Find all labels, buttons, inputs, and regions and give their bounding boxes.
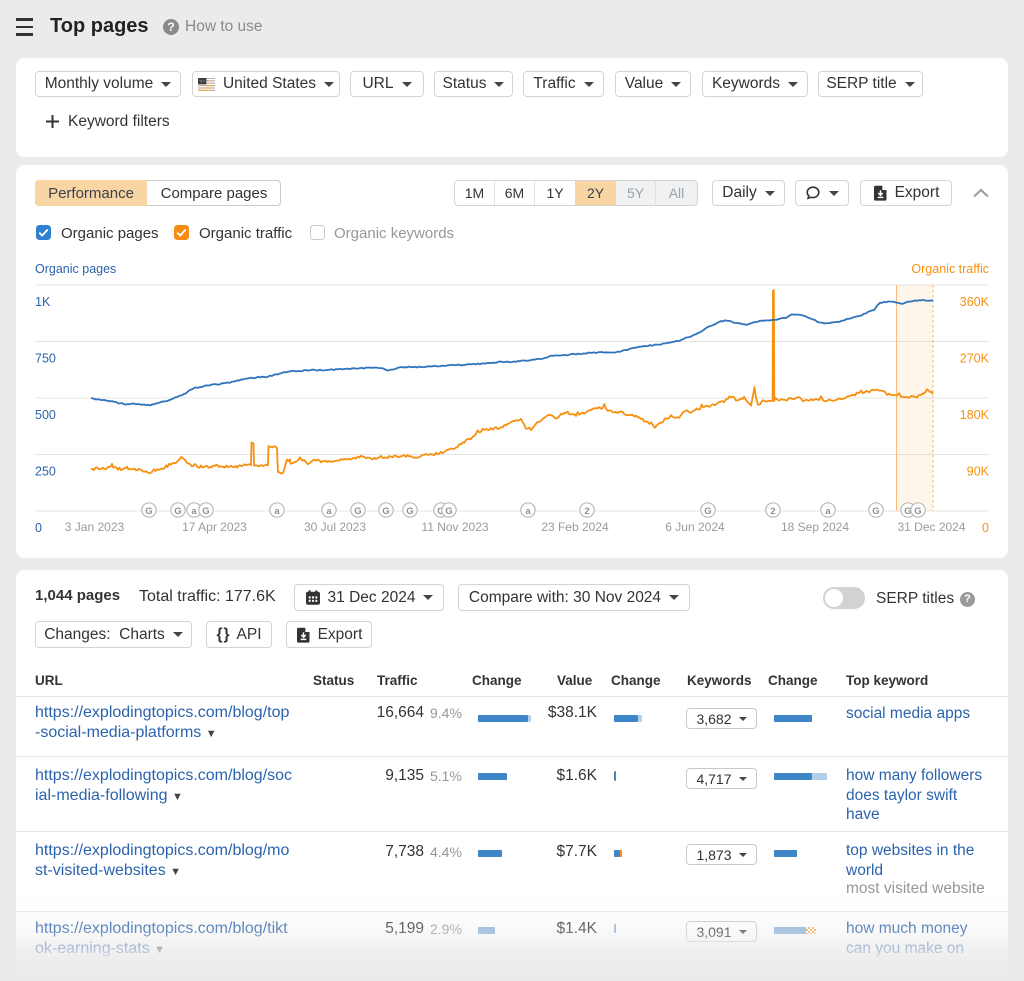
svg-text:a: a — [274, 506, 280, 517]
svg-text:1K: 1K — [35, 295, 51, 309]
svg-text:360K: 360K — [960, 295, 990, 309]
svg-text:a: a — [191, 506, 197, 517]
svg-text:31 Dec 2024: 31 Dec 2024 — [897, 520, 965, 534]
svg-text:0: 0 — [35, 521, 42, 535]
svg-text:500: 500 — [35, 408, 56, 422]
svg-text:18 Sep 2024: 18 Sep 2024 — [781, 520, 849, 534]
svg-text:23 Feb 2024: 23 Feb 2024 — [541, 520, 609, 534]
svg-text:G: G — [872, 506, 879, 517]
svg-text:2: 2 — [770, 506, 775, 517]
svg-text:G: G — [174, 506, 181, 517]
svg-text:G: G — [145, 506, 152, 517]
svg-text:G: G — [382, 506, 389, 517]
svg-text:17 Apr 2023: 17 Apr 2023 — [182, 520, 247, 534]
svg-text:G: G — [704, 506, 711, 517]
svg-text:180K: 180K — [960, 408, 990, 422]
svg-text:Organic traffic: Organic traffic — [911, 262, 989, 276]
svg-text:a: a — [326, 506, 332, 517]
svg-text:a: a — [825, 506, 831, 517]
svg-text:0: 0 — [982, 521, 989, 535]
svg-text:270K: 270K — [960, 352, 990, 366]
svg-text:11 Nov 2023: 11 Nov 2023 — [421, 520, 488, 534]
svg-text:Organic pages: Organic pages — [35, 262, 116, 276]
svg-text:G: G — [202, 506, 209, 517]
svg-text:30 Jul 2023: 30 Jul 2023 — [304, 520, 366, 534]
svg-text:750: 750 — [35, 352, 56, 366]
svg-text:G: G — [445, 506, 452, 517]
svg-text:2: 2 — [584, 506, 589, 517]
svg-text:250: 250 — [35, 465, 56, 479]
svg-text:G: G — [406, 506, 413, 517]
svg-text:6 Jun 2024: 6 Jun 2024 — [665, 520, 725, 534]
svg-text:90K: 90K — [967, 465, 990, 479]
svg-text:G: G — [354, 506, 361, 517]
svg-text:a: a — [525, 506, 531, 517]
svg-text:3 Jan 2023: 3 Jan 2023 — [65, 520, 125, 534]
svg-text:G: G — [914, 506, 921, 517]
